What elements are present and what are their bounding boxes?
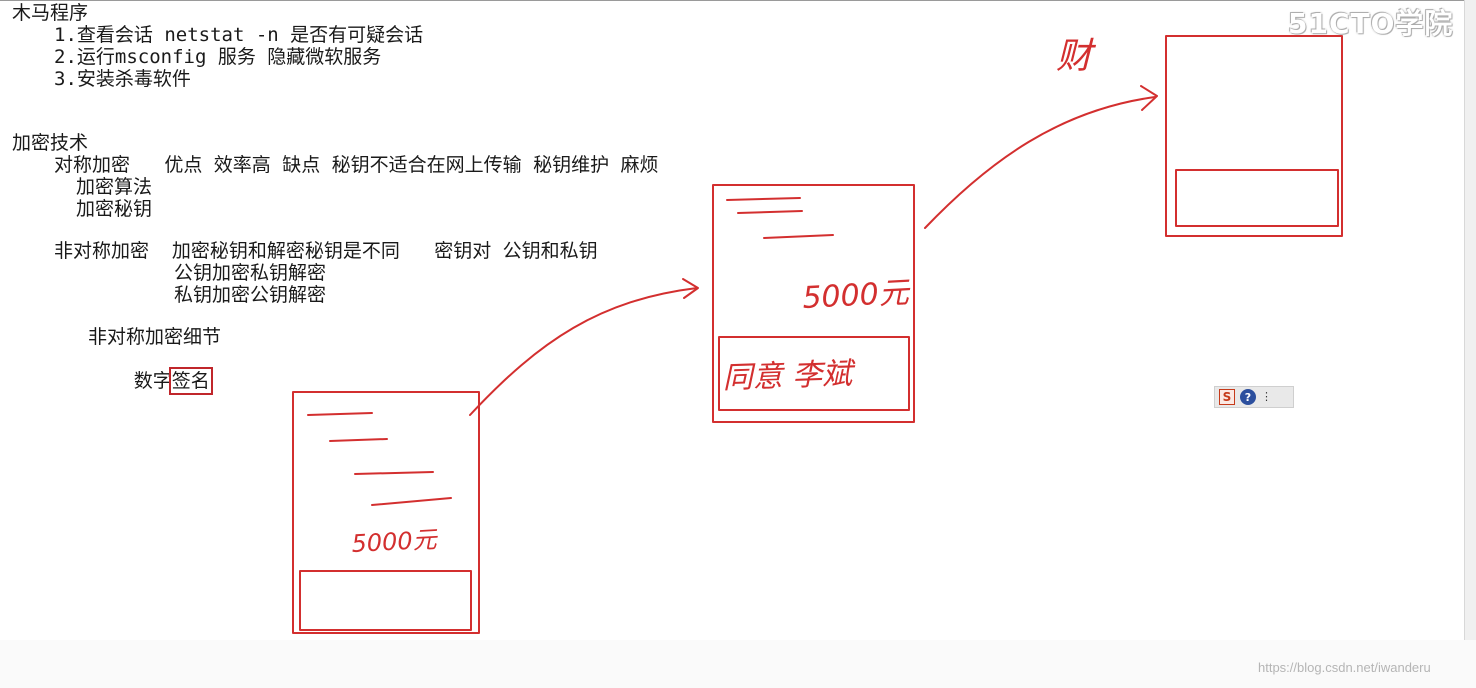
arrow-2 <box>924 96 1156 229</box>
sogou-logo-icon[interactable]: S <box>1219 389 1235 405</box>
document-2-text-line <box>737 210 803 214</box>
document-1 <box>292 391 480 634</box>
handwritten-finance: 财 <box>1056 36 1097 77</box>
handwritten-amount-2: 5000元 <box>802 275 912 316</box>
source-credit: https://blog.csdn.net/iwanderu <box>1258 660 1431 675</box>
ime-toolbar[interactable]: S ? ⋮ <box>1214 386 1294 408</box>
document-1-text-line <box>329 438 388 442</box>
document-1-text-line <box>354 471 434 475</box>
document-1-signature-area <box>299 570 472 631</box>
menu-dots-icon[interactable]: ⋮ <box>1261 391 1272 402</box>
help-icon[interactable]: ? <box>1240 389 1256 405</box>
document-1-text-line <box>307 412 373 416</box>
document-1-text-line <box>371 497 452 506</box>
handwritten-amount-1: 5000元 <box>351 525 439 558</box>
document-3-signature-area <box>1175 169 1339 227</box>
document-3 <box>1165 35 1343 237</box>
watermark-logo: 51CTO学院 <box>1288 7 1454 40</box>
ink-annotations: 5000元 5000元 同意 李斌 财 <box>292 35 1343 634</box>
document-2-text-line <box>763 234 834 239</box>
handwritten-approval: 同意 李斌 <box>722 356 857 396</box>
arrow-1 <box>469 287 698 416</box>
window-right-edge <box>1464 0 1476 640</box>
bottom-strip <box>0 640 1476 688</box>
document-2-text-line <box>726 197 801 201</box>
